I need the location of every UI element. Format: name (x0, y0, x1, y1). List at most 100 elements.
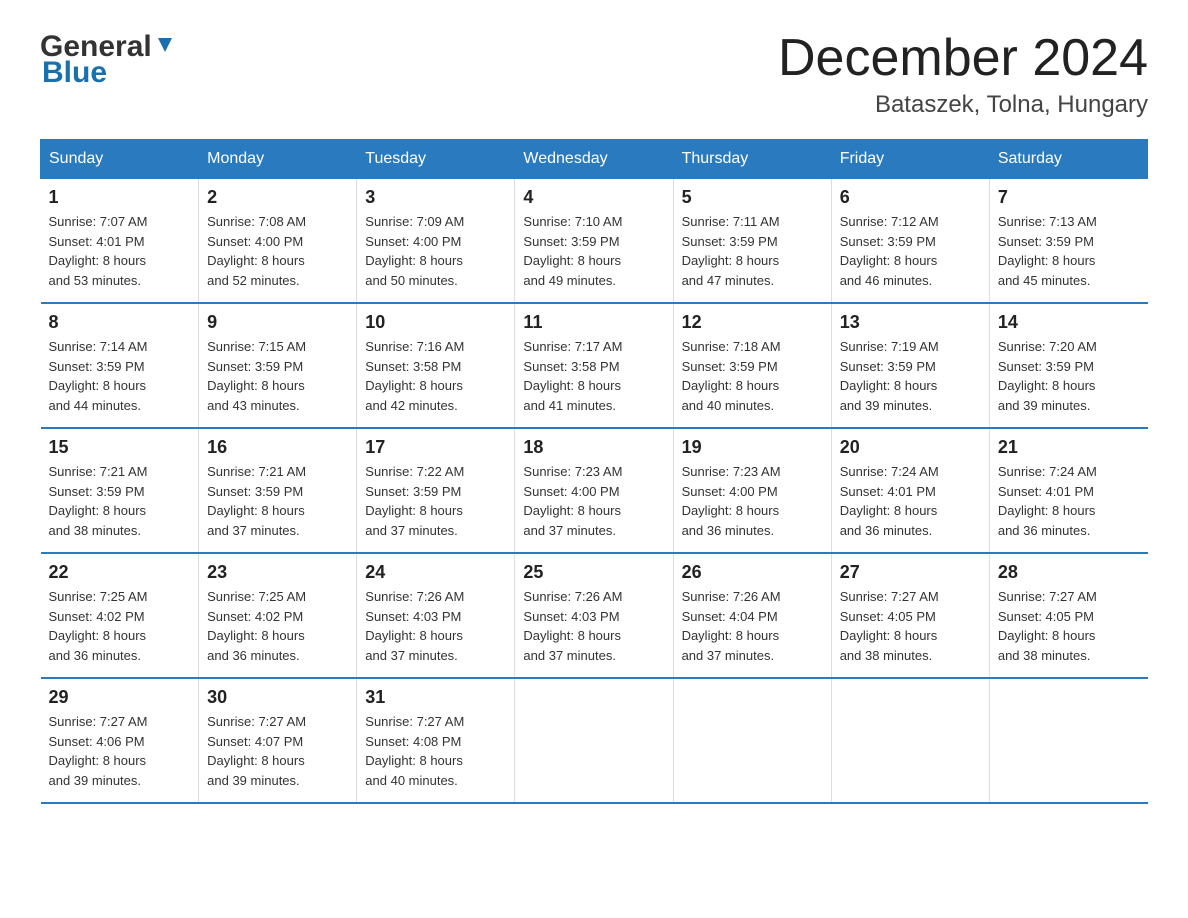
day-number: 6 (840, 187, 981, 208)
day-info: Sunrise: 7:24 AM Sunset: 4:01 PM Dayligh… (998, 462, 1140, 540)
day-number: 3 (365, 187, 506, 208)
day-number: 31 (365, 687, 506, 708)
day-info: Sunrise: 7:14 AM Sunset: 3:59 PM Dayligh… (49, 337, 191, 415)
day-headers-row: Sunday Monday Tuesday Wednesday Thursday… (41, 140, 1148, 179)
day-info: Sunrise: 7:13 AM Sunset: 3:59 PM Dayligh… (998, 212, 1140, 290)
calendar-day-cell: 21 Sunrise: 7:24 AM Sunset: 4:01 PM Dayl… (989, 428, 1147, 553)
day-info: Sunrise: 7:20 AM Sunset: 3:59 PM Dayligh… (998, 337, 1140, 415)
header-saturday: Saturday (989, 140, 1147, 179)
day-info: Sunrise: 7:10 AM Sunset: 3:59 PM Dayligh… (523, 212, 664, 290)
day-number: 24 (365, 562, 506, 583)
location-subtitle: Bataszek, Tolna, Hungary (778, 91, 1148, 119)
day-number: 18 (523, 437, 664, 458)
calendar-week-row: 8 Sunrise: 7:14 AM Sunset: 3:59 PM Dayli… (41, 303, 1148, 428)
day-number: 16 (207, 437, 348, 458)
day-number: 25 (523, 562, 664, 583)
day-info: Sunrise: 7:15 AM Sunset: 3:59 PM Dayligh… (207, 337, 348, 415)
calendar-day-cell: 8 Sunrise: 7:14 AM Sunset: 3:59 PM Dayli… (41, 303, 199, 428)
day-info: Sunrise: 7:21 AM Sunset: 3:59 PM Dayligh… (207, 462, 348, 540)
page-header: General Blue December 2024 Bataszek, Tol… (40, 30, 1148, 119)
day-info: Sunrise: 7:07 AM Sunset: 4:01 PM Dayligh… (49, 212, 191, 290)
day-info: Sunrise: 7:12 AM Sunset: 3:59 PM Dayligh… (840, 212, 981, 290)
calendar-header: Sunday Monday Tuesday Wednesday Thursday… (41, 140, 1148, 179)
day-number: 11 (523, 312, 664, 333)
calendar-day-cell: 4 Sunrise: 7:10 AM Sunset: 3:59 PM Dayli… (515, 179, 673, 304)
calendar-day-cell: 19 Sunrise: 7:23 AM Sunset: 4:00 PM Dayl… (673, 428, 831, 553)
day-info: Sunrise: 7:21 AM Sunset: 3:59 PM Dayligh… (49, 462, 191, 540)
day-number: 4 (523, 187, 664, 208)
day-number: 8 (49, 312, 191, 333)
day-info: Sunrise: 7:25 AM Sunset: 4:02 PM Dayligh… (207, 587, 348, 665)
calendar-day-cell: 30 Sunrise: 7:27 AM Sunset: 4:07 PM Dayl… (199, 678, 357, 803)
day-info: Sunrise: 7:25 AM Sunset: 4:02 PM Dayligh… (49, 587, 191, 665)
calendar-day-cell: 1 Sunrise: 7:07 AM Sunset: 4:01 PM Dayli… (41, 179, 199, 304)
day-number: 22 (49, 562, 191, 583)
calendar-day-cell: 23 Sunrise: 7:25 AM Sunset: 4:02 PM Dayl… (199, 553, 357, 678)
day-info: Sunrise: 7:23 AM Sunset: 4:00 PM Dayligh… (682, 462, 823, 540)
day-number: 13 (840, 312, 981, 333)
calendar-day-cell: 3 Sunrise: 7:09 AM Sunset: 4:00 PM Dayli… (357, 179, 515, 304)
day-info: Sunrise: 7:23 AM Sunset: 4:00 PM Dayligh… (523, 462, 664, 540)
day-info: Sunrise: 7:26 AM Sunset: 4:04 PM Dayligh… (682, 587, 823, 665)
header-sunday: Sunday (41, 140, 199, 179)
month-year-title: December 2024 (778, 30, 1148, 87)
calendar-day-cell: 14 Sunrise: 7:20 AM Sunset: 3:59 PM Dayl… (989, 303, 1147, 428)
day-info: Sunrise: 7:08 AM Sunset: 4:00 PM Dayligh… (207, 212, 348, 290)
day-number: 30 (207, 687, 348, 708)
logo-arrow-icon (154, 34, 176, 56)
calendar-day-cell: 11 Sunrise: 7:17 AM Sunset: 3:58 PM Dayl… (515, 303, 673, 428)
calendar-table: Sunday Monday Tuesday Wednesday Thursday… (40, 139, 1148, 804)
day-info: Sunrise: 7:11 AM Sunset: 3:59 PM Dayligh… (682, 212, 823, 290)
calendar-day-cell: 13 Sunrise: 7:19 AM Sunset: 3:59 PM Dayl… (831, 303, 989, 428)
day-number: 2 (207, 187, 348, 208)
day-info: Sunrise: 7:27 AM Sunset: 4:05 PM Dayligh… (840, 587, 981, 665)
day-number: 28 (998, 562, 1140, 583)
day-number: 7 (998, 187, 1140, 208)
day-number: 23 (207, 562, 348, 583)
header-monday: Monday (199, 140, 357, 179)
day-info: Sunrise: 7:09 AM Sunset: 4:00 PM Dayligh… (365, 212, 506, 290)
calendar-day-cell: 24 Sunrise: 7:26 AM Sunset: 4:03 PM Dayl… (357, 553, 515, 678)
calendar-day-cell: 9 Sunrise: 7:15 AM Sunset: 3:59 PM Dayli… (199, 303, 357, 428)
calendar-day-cell (989, 678, 1147, 803)
calendar-day-cell: 6 Sunrise: 7:12 AM Sunset: 3:59 PM Dayli… (831, 179, 989, 304)
calendar-day-cell: 22 Sunrise: 7:25 AM Sunset: 4:02 PM Dayl… (41, 553, 199, 678)
calendar-day-cell: 7 Sunrise: 7:13 AM Sunset: 3:59 PM Dayli… (989, 179, 1147, 304)
day-number: 17 (365, 437, 506, 458)
calendar-body: 1 Sunrise: 7:07 AM Sunset: 4:01 PM Dayli… (41, 179, 1148, 804)
day-number: 10 (365, 312, 506, 333)
calendar-day-cell (831, 678, 989, 803)
calendar-day-cell: 28 Sunrise: 7:27 AM Sunset: 4:05 PM Dayl… (989, 553, 1147, 678)
day-number: 21 (998, 437, 1140, 458)
calendar-day-cell: 17 Sunrise: 7:22 AM Sunset: 3:59 PM Dayl… (357, 428, 515, 553)
calendar-day-cell (515, 678, 673, 803)
day-info: Sunrise: 7:27 AM Sunset: 4:08 PM Dayligh… (365, 712, 506, 790)
calendar-day-cell: 31 Sunrise: 7:27 AM Sunset: 4:08 PM Dayl… (357, 678, 515, 803)
header-wednesday: Wednesday (515, 140, 673, 179)
day-number: 15 (49, 437, 191, 458)
calendar-day-cell: 29 Sunrise: 7:27 AM Sunset: 4:06 PM Dayl… (41, 678, 199, 803)
day-number: 27 (840, 562, 981, 583)
calendar-week-row: 22 Sunrise: 7:25 AM Sunset: 4:02 PM Dayl… (41, 553, 1148, 678)
day-number: 20 (840, 437, 981, 458)
logo: General Blue (40, 30, 176, 90)
day-info: Sunrise: 7:26 AM Sunset: 4:03 PM Dayligh… (365, 587, 506, 665)
day-number: 9 (207, 312, 348, 333)
day-info: Sunrise: 7:18 AM Sunset: 3:59 PM Dayligh… (682, 337, 823, 415)
logo-blue: Blue (42, 56, 107, 90)
day-info: Sunrise: 7:27 AM Sunset: 4:07 PM Dayligh… (207, 712, 348, 790)
day-info: Sunrise: 7:26 AM Sunset: 4:03 PM Dayligh… (523, 587, 664, 665)
day-number: 5 (682, 187, 823, 208)
day-number: 14 (998, 312, 1140, 333)
day-info: Sunrise: 7:24 AM Sunset: 4:01 PM Dayligh… (840, 462, 981, 540)
day-info: Sunrise: 7:22 AM Sunset: 3:59 PM Dayligh… (365, 462, 506, 540)
title-section: December 2024 Bataszek, Tolna, Hungary (778, 30, 1148, 119)
day-info: Sunrise: 7:27 AM Sunset: 4:05 PM Dayligh… (998, 587, 1140, 665)
calendar-day-cell (673, 678, 831, 803)
calendar-day-cell: 2 Sunrise: 7:08 AM Sunset: 4:00 PM Dayli… (199, 179, 357, 304)
calendar-week-row: 1 Sunrise: 7:07 AM Sunset: 4:01 PM Dayli… (41, 179, 1148, 304)
calendar-day-cell: 5 Sunrise: 7:11 AM Sunset: 3:59 PM Dayli… (673, 179, 831, 304)
day-info: Sunrise: 7:27 AM Sunset: 4:06 PM Dayligh… (49, 712, 191, 790)
calendar-day-cell: 18 Sunrise: 7:23 AM Sunset: 4:00 PM Dayl… (515, 428, 673, 553)
calendar-day-cell: 26 Sunrise: 7:26 AM Sunset: 4:04 PM Dayl… (673, 553, 831, 678)
